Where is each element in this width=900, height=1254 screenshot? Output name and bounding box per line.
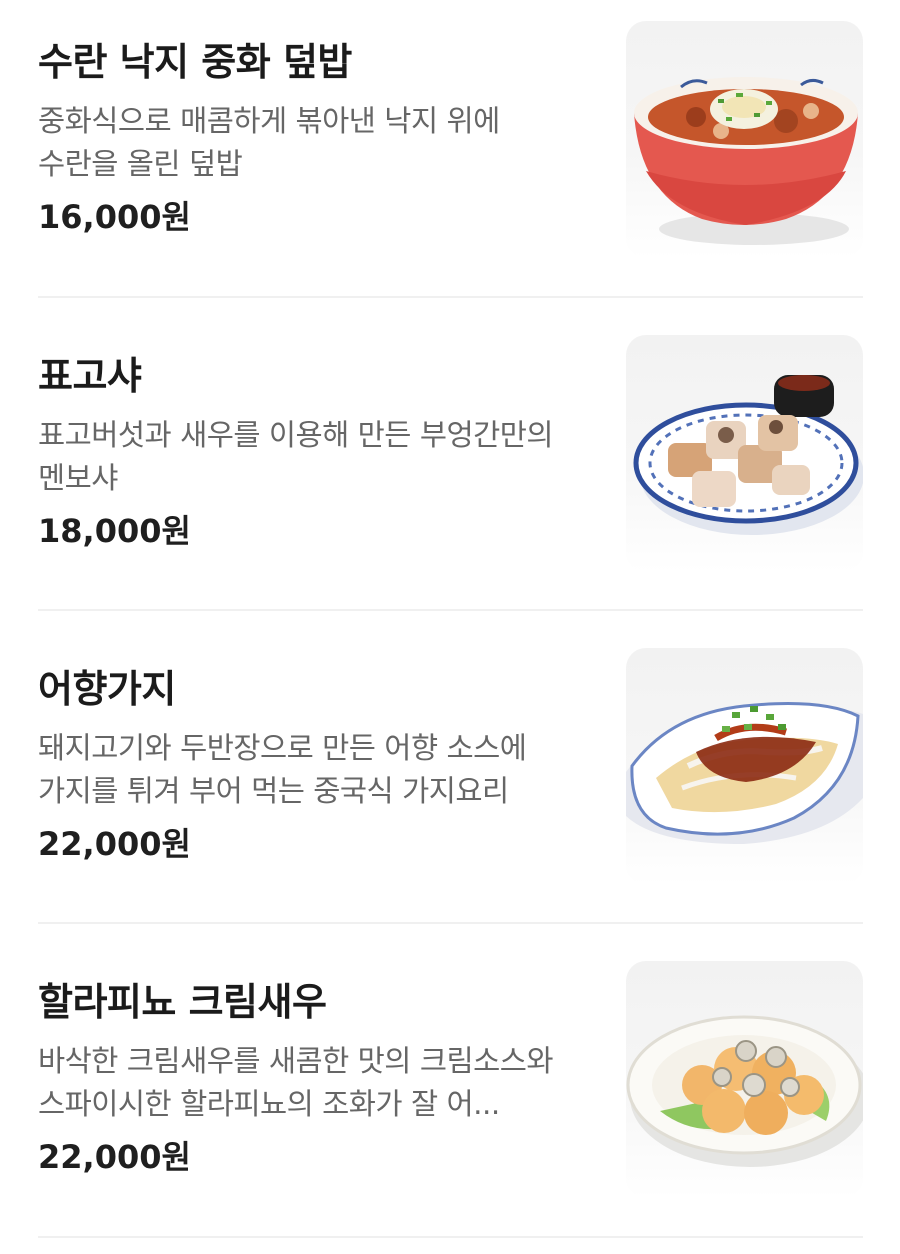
menu-item-photo[interactable] <box>626 335 863 572</box>
menu-item-description: 바삭한 크림새우를 새콤한 맛의 크림소스와 스파이시한 할라피뇨의 조화가 잘… <box>38 1044 554 1121</box>
oval-plate-dish-photo-icon <box>626 702 863 844</box>
menu-item-name: 할라피뇨 크림새우 <box>38 980 327 1024</box>
menu-item[interactable]: 할라피뇨 크림새우 바삭한 크림새우를 새콤한 맛의 크림소스와 스파이시한 할… <box>0 940 900 1254</box>
bowl-dish-photo-icon <box>634 77 858 245</box>
divider <box>38 609 863 611</box>
menu-item[interactable]: 수란 낙지 중화 덮밥 중화식으로 매콤하게 볶아낸 낙지 위에 수란을 올린 … <box>0 0 900 314</box>
menu-item-price: 16,000원 <box>38 198 191 236</box>
menu-item-name: 표고샤 <box>38 354 142 398</box>
round-plate-dish-photo-icon <box>626 1015 863 1167</box>
menu-item[interactable]: 어향가지 돼지고기와 두반장으로 만든 어향 소스에 가지를 튀겨 부어 먹는 … <box>0 627 900 941</box>
menu-item-name: 수란 낙지 중화 덮밥 <box>38 40 352 84</box>
menu-item-description: 중화식으로 매콤하게 볶아낸 낙지 위에 수란을 올린 덮밥 <box>38 104 500 181</box>
divider <box>38 922 863 924</box>
menu-item-price: 18,000원 <box>38 512 191 550</box>
menu-item-description: 표고버섯과 새우를 이용해 만든 부엉간만의 멘보샤 <box>38 418 554 495</box>
menu-item-photo[interactable] <box>626 648 863 885</box>
menu-item-name: 어향가지 <box>38 667 176 711</box>
divider <box>38 296 863 298</box>
menu-item[interactable]: 표고샤 표고버섯과 새우를 이용해 만든 부엉간만의 멘보샤 18,000원 <box>0 314 900 628</box>
menu-item-photo[interactable] <box>626 21 863 258</box>
divider <box>38 1236 863 1238</box>
menu-item-price: 22,000원 <box>38 1138 191 1176</box>
menu-list: 수란 낙지 중화 덮밥 중화식으로 매콤하게 볶아낸 낙지 위에 수란을 올린 … <box>0 0 900 1241</box>
menu-item-price: 22,000원 <box>38 825 191 863</box>
menu-item-description: 돼지고기와 두반장으로 만든 어향 소스에 가지를 튀겨 부어 먹는 중국식 가… <box>38 731 527 808</box>
menu-item-photo[interactable] <box>626 961 863 1198</box>
plate-dish-photo-icon <box>633 375 863 535</box>
